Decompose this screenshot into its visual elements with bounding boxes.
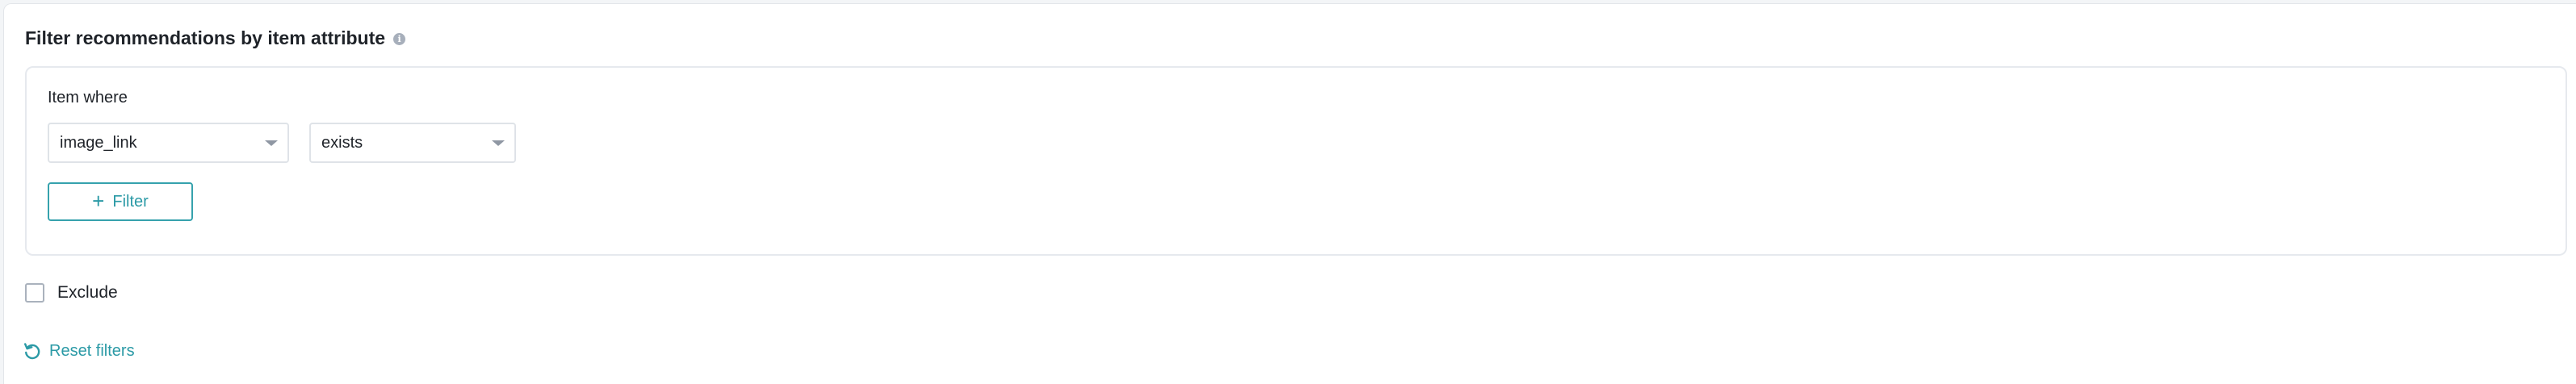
reset-filters-label: Reset filters bbox=[49, 341, 135, 360]
exclude-option[interactable]: Exclude bbox=[25, 283, 118, 303]
filter-card: Filter recommendations by item attribute… bbox=[3, 3, 2576, 384]
reset-filters-link[interactable]: Reset filters bbox=[23, 341, 135, 361]
info-icon[interactable]: i bbox=[393, 32, 406, 45]
chevron-down-icon bbox=[265, 140, 278, 146]
add-filter-button[interactable]: + Filter bbox=[48, 182, 193, 221]
operator-select[interactable]: exists bbox=[309, 123, 516, 163]
section-header: Filter recommendations by item attribute… bbox=[25, 23, 406, 52]
item-where-label: Item where bbox=[48, 89, 128, 106]
exclude-label: Exclude bbox=[57, 283, 118, 302]
condition-group: Item where image_link exists + Filter bbox=[25, 66, 2567, 256]
attribute-select-value: image_link bbox=[60, 133, 137, 152]
chevron-down-icon bbox=[492, 140, 505, 146]
attribute-select[interactable]: image_link bbox=[48, 123, 289, 163]
add-filter-label: Filter bbox=[112, 192, 149, 211]
reset-icon bbox=[23, 341, 41, 361]
plus-icon: + bbox=[92, 189, 105, 213]
operator-select-value: exists bbox=[321, 133, 363, 152]
exclude-checkbox[interactable] bbox=[25, 283, 44, 303]
section-title: Filter recommendations by item attribute bbox=[25, 27, 386, 48]
